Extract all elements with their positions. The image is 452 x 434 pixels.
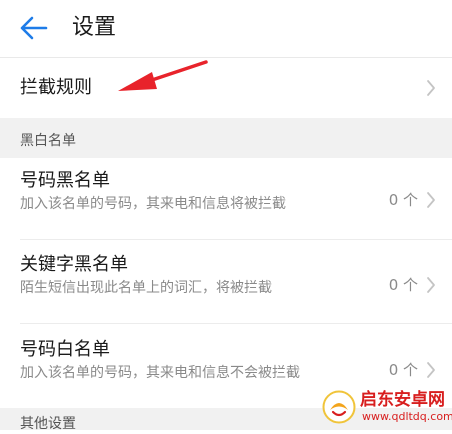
keyword-blacklist-row[interactable]: 关键字黑名单 陌生短信出现此名单上的词汇，将被拦截 0 个 (0, 240, 452, 324)
watermark-logo-icon (322, 390, 356, 424)
number-blacklist-count: 0 个 (388, 191, 418, 209)
section-title: 黑白名单 (20, 133, 76, 149)
site-watermark: 启东安卓网 www.qdltdq.com (322, 388, 452, 430)
number-blacklist-row[interactable]: 号码黑名单 加入该名单的号码，其来电和信息将被拦截 0 个 (0, 158, 452, 240)
keyword-blacklist-title: 关键字黑名单 (20, 254, 128, 275)
number-blacklist-desc: 加入该名单的号码，其来电和信息将被拦截 (20, 196, 286, 212)
watermark-name: 启东安卓网 (360, 390, 445, 410)
keyword-blacklist-desc: 陌生短信出现此名单上的词汇，将被拦截 (20, 280, 272, 296)
number-whitelist-title: 号码白名单 (20, 339, 110, 360)
blacklist-whitelist-section-header: 黑白名单 (0, 118, 452, 158)
app-header: 设置 (0, 0, 452, 58)
page-title: 设置 (72, 15, 117, 40)
section-title: 其他设置 (20, 416, 76, 432)
chevron-right-icon (427, 362, 435, 378)
chevron-right-icon (427, 277, 435, 293)
intercept-rules-row[interactable]: 拦截规则 (0, 58, 452, 118)
keyword-blacklist-count: 0 个 (388, 276, 418, 294)
chevron-right-icon (427, 80, 435, 96)
back-button[interactable] (18, 12, 52, 44)
arrow-left-icon (20, 16, 48, 40)
number-blacklist-title: 号码黑名单 (20, 170, 110, 191)
chevron-right-icon (427, 192, 435, 208)
number-whitelist-desc: 加入该名单的号码，其来电和信息不会被拦截 (20, 365, 300, 381)
number-whitelist-count: 0 个 (388, 361, 418, 379)
intercept-rules-label: 拦截规则 (20, 77, 92, 98)
watermark-url: www.qdltdq.com (362, 410, 452, 423)
